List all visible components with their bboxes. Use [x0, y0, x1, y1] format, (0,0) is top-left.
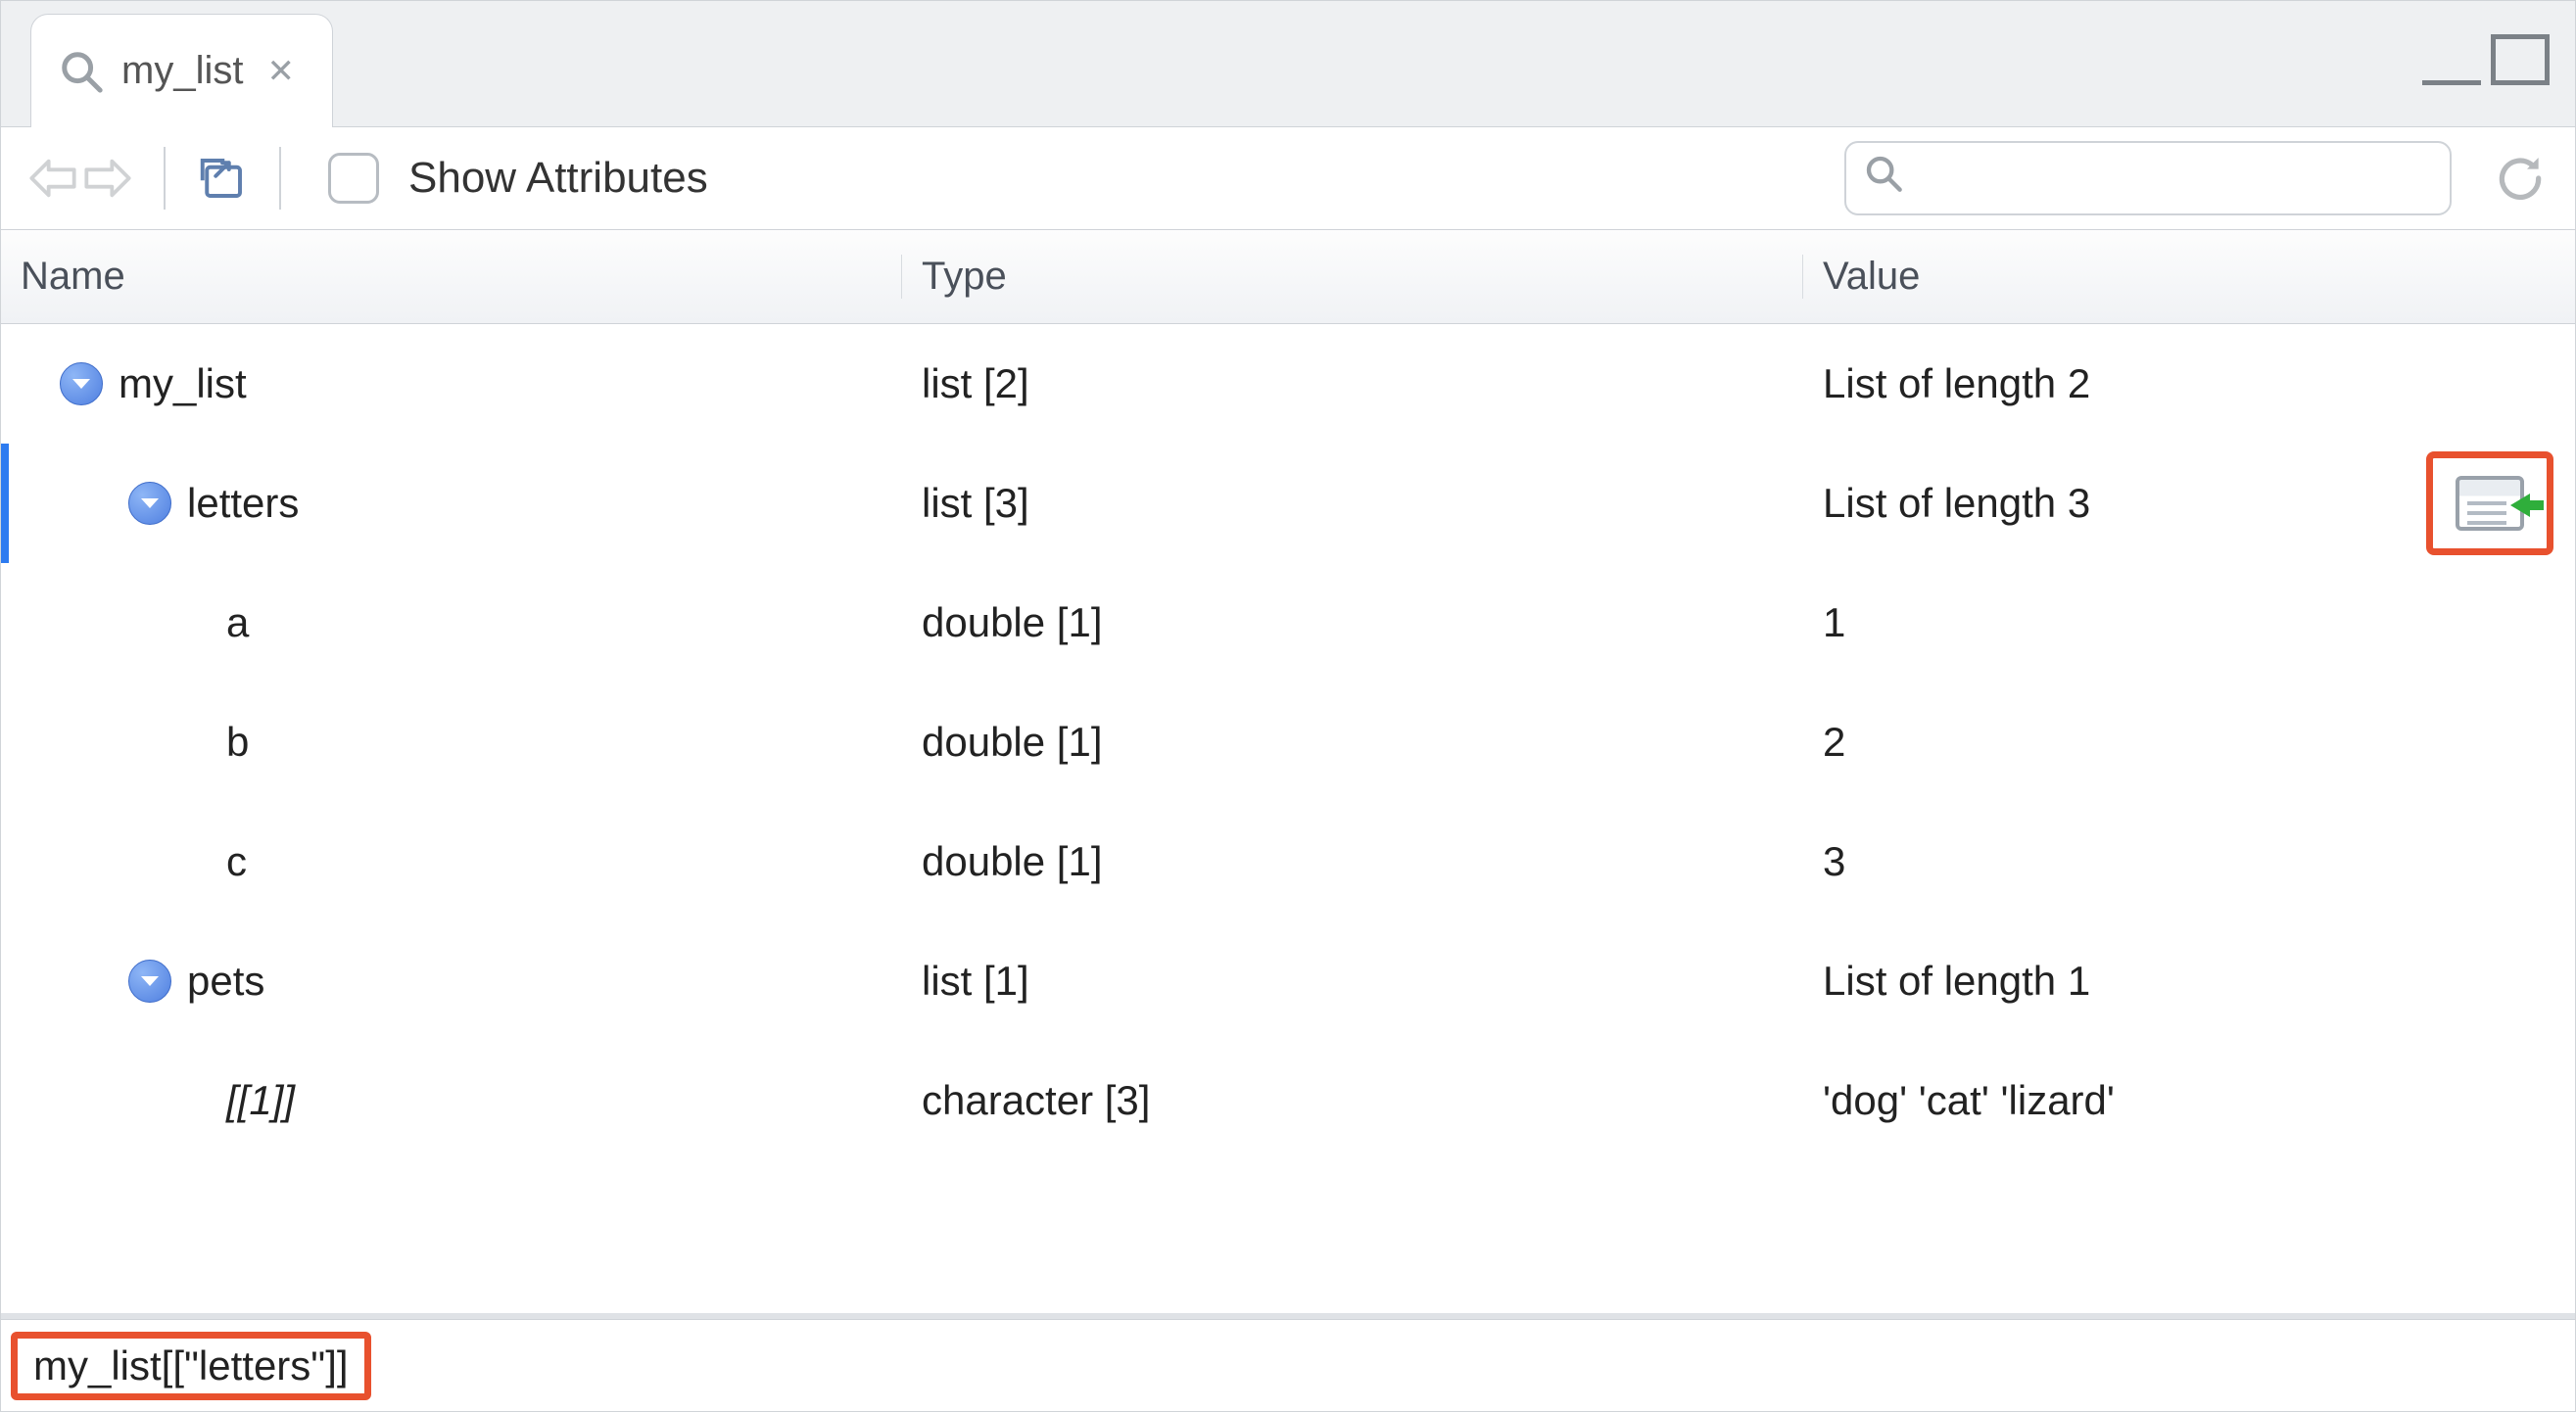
row-name: letters	[187, 480, 299, 527]
column-value[interactable]: Value	[1803, 255, 2575, 299]
tree-row[interactable]: pets list [1] List of length 1	[1, 921, 2575, 1041]
row-value: List of length 2	[1803, 360, 2575, 407]
tree-row[interactable]: letters list [3] List of length 3	[1, 444, 2575, 563]
show-attributes-checkbox[interactable]	[328, 153, 379, 204]
tree-row[interactable]: [[1]] character [3] 'dog' 'cat' 'lizard'	[1, 1041, 2575, 1160]
column-header: Name Type Value	[1, 230, 2575, 324]
row-value: 2	[1803, 719, 2575, 766]
tree-row[interactable]: b double [1] 2	[1, 682, 2575, 802]
forward-button[interactable]	[81, 152, 134, 205]
row-name: c	[226, 838, 247, 885]
row-name: my_list	[119, 360, 247, 407]
row-type: double [1]	[902, 838, 1803, 885]
open-in-new-window-button[interactable]	[195, 151, 250, 206]
row-value: 1	[1803, 599, 2575, 646]
chevron-down-icon[interactable]	[128, 482, 171, 525]
close-icon[interactable]: ✕	[266, 52, 295, 91]
row-type: list [1]	[902, 958, 1803, 1005]
row-type: double [1]	[902, 599, 1803, 646]
row-value: List of length 1	[1803, 958, 2575, 1005]
column-type[interactable]: Type	[902, 255, 1803, 299]
selection-indicator	[1, 444, 9, 563]
row-type: character [3]	[902, 1077, 1803, 1124]
row-name: [[1]]	[226, 1077, 295, 1124]
search-icon	[59, 49, 104, 94]
object-path[interactable]: my_list[["letters"]]	[11, 1332, 371, 1400]
row-value: 'dog' 'cat' 'lizard'	[1803, 1077, 2575, 1124]
row-type: list [3]	[902, 480, 1803, 527]
chevron-down-icon[interactable]	[128, 960, 171, 1003]
minimize-button[interactable]	[2422, 68, 2481, 85]
row-name: a	[226, 599, 249, 646]
search-input[interactable]	[1917, 156, 2432, 202]
window-controls	[2422, 34, 2550, 85]
back-button[interactable]	[26, 152, 79, 205]
tree-row[interactable]: c double [1] 3	[1, 802, 2575, 921]
search-box[interactable]	[1844, 141, 2452, 215]
nav-arrows	[26, 152, 134, 205]
row-type: double [1]	[902, 719, 1803, 766]
highlight-box	[2426, 451, 2553, 555]
row-name: pets	[187, 958, 264, 1005]
tab-my-list[interactable]: my_list ✕	[30, 14, 333, 127]
tree-row[interactable]: a double [1] 1	[1, 563, 2575, 682]
send-to-console-icon[interactable]	[2456, 476, 2524, 531]
separator	[164, 147, 166, 210]
footer-path-bar: my_list[["letters"]]	[1, 1319, 2575, 1411]
tab-title: my_list	[121, 49, 243, 93]
maximize-button[interactable]	[2491, 34, 2550, 85]
tab-bar: my_list ✕	[1, 1, 2575, 126]
search-icon	[1864, 154, 1903, 203]
object-explorer-pane: my_list ✕ Show Attributes	[0, 0, 2576, 1412]
tree-body: my_list list [2] List of length 2 letter…	[1, 324, 2575, 1313]
toolbar: Show Attributes	[1, 126, 2575, 230]
column-name[interactable]: Name	[1, 255, 902, 299]
chevron-down-icon[interactable]	[60, 362, 103, 405]
show-attributes-label: Show Attributes	[408, 154, 708, 203]
tree-row[interactable]: my_list list [2] List of length 2	[1, 324, 2575, 444]
separator	[279, 147, 281, 210]
row-value: List of length 3	[1823, 480, 2090, 527]
row-type: list [2]	[902, 360, 1803, 407]
refresh-button[interactable]	[2491, 149, 2550, 208]
row-name: b	[226, 719, 249, 766]
row-value: 3	[1803, 838, 2575, 885]
